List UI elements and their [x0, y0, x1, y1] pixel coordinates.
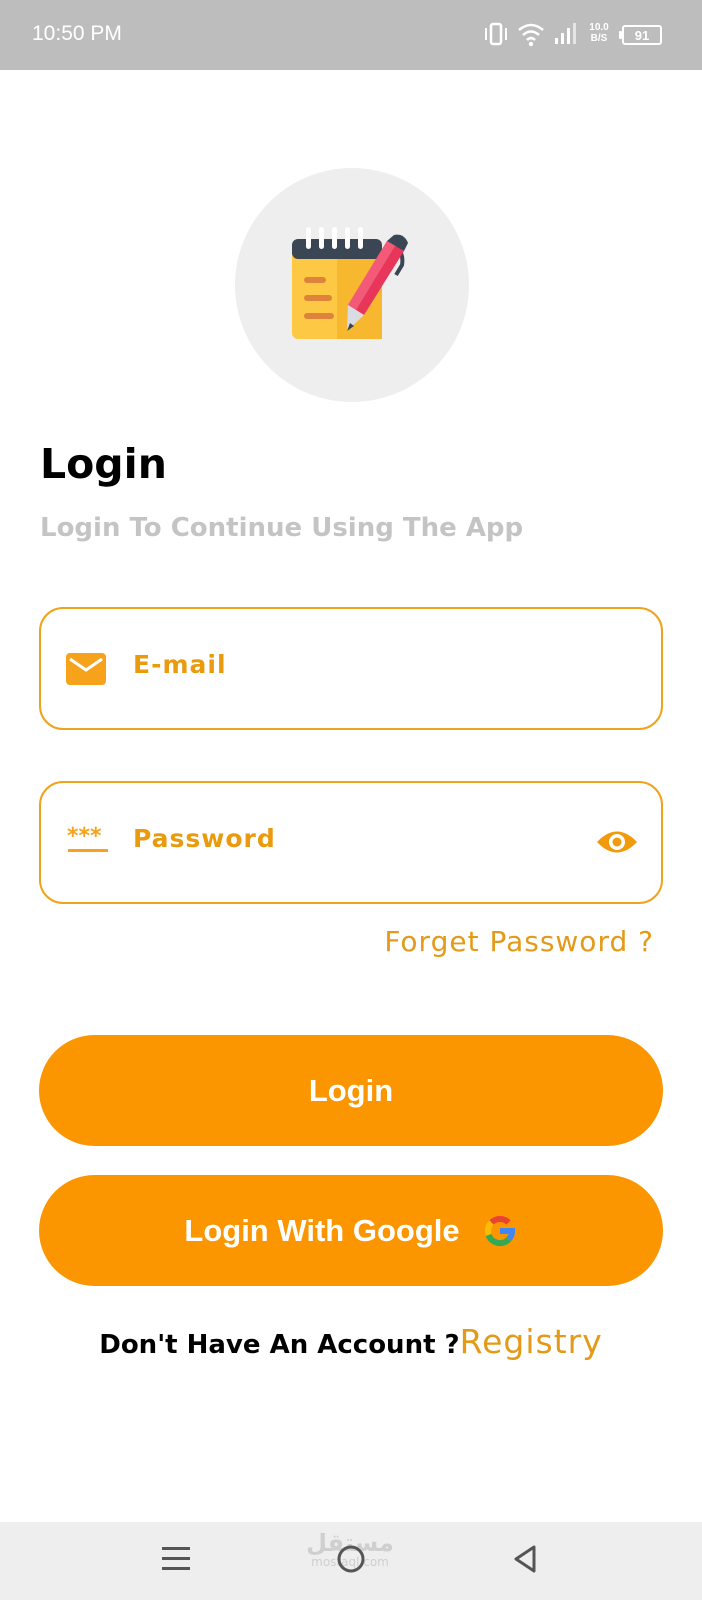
- page-title: Login: [40, 440, 167, 488]
- home-icon[interactable]: [334, 1542, 368, 1576]
- battery-icon: 91: [619, 25, 662, 45]
- email-input[interactable]: [133, 639, 553, 689]
- wifi-icon: [518, 23, 544, 47]
- register-row: Don't Have An Account ?Registry: [0, 1322, 702, 1361]
- forget-password-link[interactable]: Forget Password ?: [384, 925, 654, 958]
- password-input[interactable]: [133, 813, 553, 863]
- login-button[interactable]: Login: [39, 1035, 663, 1146]
- google-icon: [484, 1215, 515, 1246]
- google-button-label: Login With Google: [184, 1212, 460, 1248]
- net-speed: 10.0 B/S: [584, 22, 614, 44]
- password-dots-icon: ***: [67, 824, 108, 852]
- password-field[interactable]: ***: [39, 781, 663, 904]
- page-subtitle: Login To Continue Using The App: [40, 513, 524, 543]
- mail-icon: [66, 653, 106, 685]
- signal-icon: [555, 23, 576, 44]
- notepad-pen-icon: [292, 227, 408, 339]
- registry-link[interactable]: Registry: [460, 1322, 603, 1361]
- net-speed-value: 10.0: [589, 22, 609, 33]
- login-button-label: Login: [308, 1072, 394, 1108]
- app-logo: [235, 168, 469, 402]
- email-field[interactable]: [39, 607, 663, 730]
- status-icons: 10.0 B/S 91: [482, 18, 672, 52]
- navigation-bar: مستقل mostaql.com: [0, 1522, 702, 1600]
- svg-text:***: ***: [67, 824, 102, 849]
- register-prompt: Don't Have An Account ?: [99, 1330, 460, 1360]
- battery-level: 91: [634, 28, 650, 43]
- status-time: 10:50 PM: [32, 22, 122, 45]
- eye-icon[interactable]: [595, 827, 639, 857]
- vibrate-icon: [485, 22, 507, 46]
- status-bar: 10:50 PM 10.0 B/S 91: [0, 0, 702, 70]
- login-with-google-button[interactable]: Login With Google: [39, 1175, 663, 1286]
- menu-icon[interactable]: [160, 1542, 192, 1576]
- net-speed-unit: B/S: [590, 33, 608, 44]
- back-icon[interactable]: [510, 1542, 540, 1576]
